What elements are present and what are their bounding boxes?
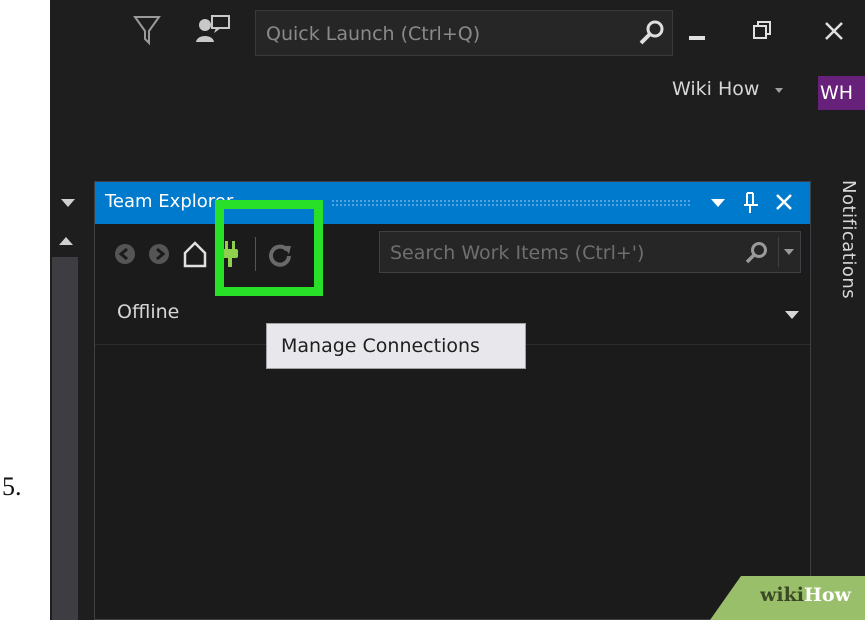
home-icon[interactable] [181,238,209,270]
back-icon[interactable] [113,242,137,266]
panel-title: Team Explorer [105,191,234,212]
search-options-icon[interactable] [782,247,796,257]
dropdown-arrow-icon[interactable] [58,196,78,210]
connection-status: Offline [117,301,180,323]
chevron-down-icon [775,87,784,93]
minimize-icon[interactable] [686,20,710,44]
scroll-up-icon[interactable] [56,234,76,248]
notifications-tab[interactable]: Notifications [829,180,859,299]
notifications-strip[interactable]: Notifications [819,180,865,620]
team-explorer-toolbar [95,224,810,284]
status-chevron-icon[interactable] [783,308,801,322]
account-name-label: Wiki How [672,78,760,100]
search-separator [778,237,779,267]
filter-icon[interactable] [132,13,162,47]
window-position-icon[interactable] [709,196,727,210]
team-explorer-panel: Team Explorer Search Work Items (Ctrl+')… [94,181,811,620]
forward-icon[interactable] [147,242,171,266]
quick-launch-box[interactable] [255,10,673,57]
watermark-wiki: wiki [760,584,804,606]
restore-icon[interactable] [750,18,776,44]
close-icon[interactable] [821,18,847,44]
quick-launch-input[interactable] [264,11,628,57]
visual-studio-window: Wiki How WH Team Explorer [50,0,865,620]
work-items-search-input[interactable] [388,232,732,274]
title-grip [331,199,691,207]
team-explorer-title-bar[interactable]: Team Explorer [95,182,810,224]
feedback-icon[interactable] [195,14,231,46]
scrollbar[interactable] [52,257,78,620]
panel-close-icon[interactable] [773,191,795,213]
watermark-text: wikiHow [760,584,851,606]
work-items-search-box[interactable] [379,231,801,274]
title-bar [50,0,865,70]
watermark-how: How [803,584,851,606]
search-icon[interactable] [638,19,666,47]
avatar[interactable]: WH [818,76,865,110]
account-name[interactable]: Wiki How [672,78,785,100]
work-items-search-icon[interactable] [744,240,770,266]
manage-connections-tooltip: Manage Connections [266,323,526,369]
step-number: 5. [2,472,22,501]
highlight-box [215,200,323,296]
pin-icon[interactable] [741,191,761,215]
